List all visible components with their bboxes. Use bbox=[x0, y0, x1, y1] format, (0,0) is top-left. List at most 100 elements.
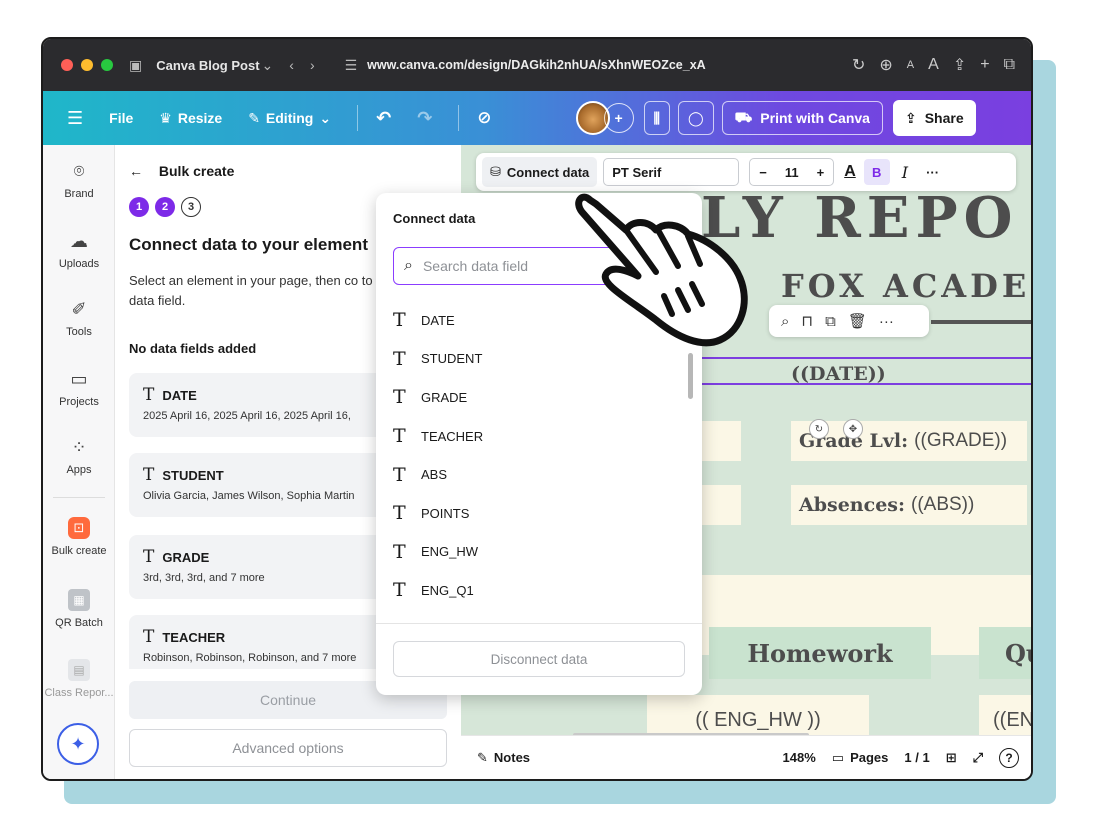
rail-item-brand[interactable]: ⌾ Brand bbox=[43, 161, 115, 200]
cloud-save-icon[interactable]: ⊘ bbox=[477, 108, 491, 128]
font-size-value[interactable]: 11 bbox=[776, 165, 808, 180]
rail-item-projects[interactable]: ▭ Projects bbox=[43, 369, 115, 408]
share-icon[interactable]: ⇪ bbox=[953, 55, 966, 75]
rail-item-bulk-create[interactable]: ⊡ Bulk create bbox=[43, 517, 115, 557]
font-size-stepper: − 11 + bbox=[749, 158, 835, 186]
table-cell-eng[interactable]: ((EN bbox=[979, 695, 1031, 735]
toolbar-divider bbox=[458, 105, 460, 131]
reload-icon[interactable]: ↻ bbox=[852, 55, 865, 75]
add-collaborator-button[interactable]: + bbox=[603, 103, 634, 133]
sidebar-toggle-icon[interactable]: ▣ bbox=[129, 57, 142, 74]
step-indicator: 1 2 3 bbox=[129, 197, 201, 217]
date-placeholder[interactable]: ((DATE)) bbox=[791, 363, 886, 385]
minimize-window-button[interactable] bbox=[81, 59, 93, 71]
insights-button[interactable]: ⫼ bbox=[643, 101, 670, 135]
move-handle-icon[interactable]: ✥ bbox=[843, 419, 863, 439]
more-options-button[interactable]: ··· bbox=[926, 165, 939, 180]
font-size-increase[interactable]: + bbox=[808, 165, 834, 180]
list-item[interactable]: T TEACHER bbox=[393, 417, 683, 456]
share-label: Share bbox=[924, 110, 964, 126]
list-item-label: TEACHER bbox=[421, 428, 484, 444]
rail-item-label: Uploads bbox=[58, 258, 100, 270]
table-header-quiz[interactable]: Qu bbox=[979, 627, 1031, 679]
zoom-window-button[interactable] bbox=[101, 59, 113, 71]
print-with-canva-button[interactable]: ⛟ Print with Canva bbox=[721, 101, 883, 135]
browser-actions: ↻ ⊕ A A ⇪ + ⧉ bbox=[852, 55, 1031, 75]
font-size-small-icon[interactable]: A bbox=[907, 59, 914, 71]
italic-button[interactable]: I bbox=[902, 163, 908, 182]
absences-label: Absences: bbox=[799, 494, 905, 516]
help-icon[interactable]: ? bbox=[999, 747, 1019, 768]
disconnect-data-button[interactable]: Disconnect data bbox=[393, 641, 685, 677]
lock-icon[interactable]: ⊓ bbox=[801, 312, 813, 330]
more-icon[interactable]: ··· bbox=[879, 313, 894, 330]
back-arrow-icon[interactable]: ‹ bbox=[289, 57, 294, 73]
rail-item-uploads[interactable]: ☁ Uploads bbox=[43, 231, 115, 270]
rail-item-apps[interactable]: ⁘ Apps bbox=[43, 437, 115, 476]
no-fields-label: No data fields added bbox=[129, 341, 257, 356]
menu-icon[interactable]: ☰ bbox=[67, 108, 83, 129]
redo-button[interactable]: ↷ bbox=[417, 108, 432, 129]
text-type-icon: T bbox=[393, 540, 406, 563]
dropdown-title: Connect data bbox=[393, 211, 476, 226]
list-item[interactable]: T ENG_HW bbox=[393, 533, 683, 572]
trash-icon[interactable]: 🗑 bbox=[848, 312, 867, 330]
browser-tab-title[interactable]: Canva Blog Post bbox=[156, 58, 259, 73]
bold-button[interactable]: B bbox=[863, 159, 890, 185]
table-header-homework[interactable]: Homework bbox=[709, 627, 931, 679]
back-arrow-icon: ← bbox=[129, 163, 143, 179]
rail-item-qr-batch[interactable]: ▦ QR Batch bbox=[43, 589, 115, 629]
editing-mode-button[interactable]: ✎ Editing ⌄ bbox=[248, 110, 331, 127]
duplicate-icon[interactable]: ⧉ bbox=[825, 313, 836, 330]
pencil-icon: ✎ bbox=[248, 109, 260, 126]
rail-item-label: Brand bbox=[64, 188, 94, 200]
truck-icon: ⛟ bbox=[734, 108, 753, 125]
rail-item-tools[interactable]: ✐ Tools bbox=[43, 299, 115, 338]
text-color-icon[interactable]: A bbox=[844, 163, 856, 181]
absences-field[interactable]: Absences: ((ABS)) bbox=[791, 485, 1027, 525]
list-item[interactable]: T POINTS bbox=[393, 494, 683, 533]
new-tab-icon[interactable]: + bbox=[980, 56, 989, 74]
comment-icon[interactable]: ⌕ bbox=[781, 313, 789, 330]
field-name-label: GRADE bbox=[162, 549, 210, 565]
step-1: 1 bbox=[129, 197, 149, 217]
rotate-handle-icon[interactable]: ↻ bbox=[809, 419, 829, 439]
back-button[interactable]: ← Bulk create bbox=[129, 163, 234, 179]
table-cell-eng-hw[interactable]: (( ENG_HW )) bbox=[647, 695, 869, 735]
chevron-down-icon: ⌄ bbox=[319, 109, 332, 126]
rail-item-class-report[interactable]: ▤ Class Repor... bbox=[43, 659, 115, 699]
list-item[interactable]: T ENG_Q1 bbox=[393, 571, 683, 610]
forward-arrow-icon[interactable]: › bbox=[310, 57, 315, 73]
zoom-level[interactable]: 148% bbox=[783, 750, 816, 765]
advanced-options-button[interactable]: Advanced options bbox=[129, 729, 447, 767]
close-window-button[interactable] bbox=[61, 59, 73, 71]
search-icon: ⌕ bbox=[404, 257, 413, 274]
text-type-icon: T bbox=[143, 627, 155, 647]
bottom-bar-right: 148% ▭ Pages 1 / 1 ⊞ ⤢ ? bbox=[783, 747, 1031, 768]
tabs-overview-icon[interactable]: ⧉ bbox=[1004, 56, 1015, 74]
font-size-large-icon[interactable]: A bbox=[928, 56, 939, 74]
list-item[interactable]: T ABS bbox=[393, 455, 683, 494]
comments-button[interactable]: ◯ bbox=[677, 101, 714, 135]
text-type-icon: T bbox=[143, 547, 155, 567]
toolbar-divider bbox=[357, 105, 359, 131]
panel-description: Select an element in your page, then co … bbox=[129, 273, 384, 309]
list-item[interactable]: T GRADE bbox=[393, 378, 683, 417]
address-bar[interactable]: ☰ www.canva.com/design/DAGkih2nhUA/sXhnW… bbox=[337, 51, 757, 79]
fullscreen-icon[interactable]: ⤢ bbox=[973, 750, 983, 766]
share-button[interactable]: ⇪ Share bbox=[892, 100, 976, 136]
left-rail: ⌾ Brand ☁ Uploads ✐ Tools ▭ Projects ⁘ A… bbox=[43, 145, 115, 779]
list-item-label: STUDENT bbox=[421, 351, 483, 367]
page-settings-icon[interactable]: ☰ bbox=[345, 57, 358, 74]
grid-view-icon[interactable]: ⊞ bbox=[946, 750, 957, 766]
document-subtitle[interactable]: FOX ACADEM bbox=[781, 267, 1031, 305]
file-menu[interactable]: File bbox=[109, 110, 133, 126]
resize-button[interactable]: ♛ Resize bbox=[159, 110, 222, 127]
rail-item-label: Apps bbox=[66, 464, 92, 476]
magic-assistant-button[interactable]: ✦ bbox=[57, 723, 99, 765]
notes-button[interactable]: ✎ Notes bbox=[477, 750, 530, 766]
undo-button[interactable]: ↶ bbox=[376, 108, 391, 129]
download-icon[interactable]: ⊕ bbox=[879, 55, 892, 75]
pages-button[interactable]: ▭ Pages bbox=[832, 750, 889, 766]
step-2: 2 bbox=[155, 197, 175, 217]
